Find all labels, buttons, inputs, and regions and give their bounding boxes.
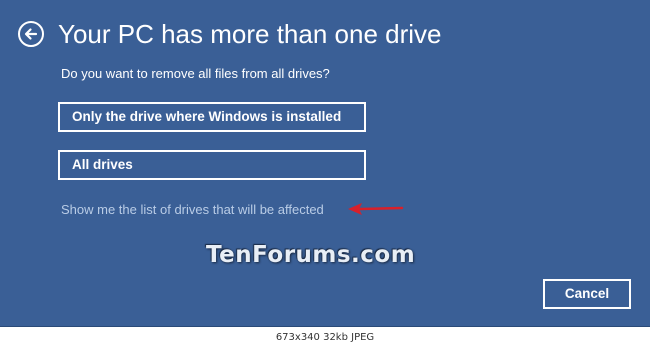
red-arrow-icon [348,203,404,215]
watermark-text: TenForums.com [206,242,416,268]
question-text: Do you want to remove all files from all… [61,66,330,81]
back-arrow-icon [24,28,38,40]
page-title: Your PC has more than one drive [58,19,442,49]
all-drives-button[interactable]: All drives [58,150,366,180]
only-windows-drive-button[interactable]: Only the drive where Windows is installe… [58,102,366,132]
back-button[interactable] [18,21,44,47]
image-caption-bar: 673x340 32kb JPEG [0,327,650,343]
reset-pc-dialog: Your PC has more than one drive Do you w… [0,0,650,327]
show-drives-list-link[interactable]: Show me the list of drives that will be … [61,201,324,219]
image-caption: 673x340 32kb JPEG [275,332,375,343]
cancel-button[interactable]: Cancel [543,279,631,309]
